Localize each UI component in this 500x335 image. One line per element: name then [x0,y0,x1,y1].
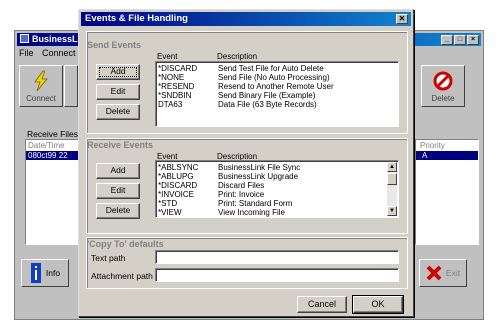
receive-edit-button[interactable]: Edit [96,183,140,199]
scroll-down-arrow-icon[interactable]: ▼ [387,206,397,216]
event-code: DTA63 [158,100,183,109]
close-icon: ✕ [398,14,406,23]
dialog-close-button[interactable]: ✕ [396,14,408,24]
main-title: BusinessLi [32,34,81,44]
event-code: *DISCARD [158,64,198,73]
receive-files-list-right[interactable]: Priority A [415,139,479,245]
event-description: BusinessLink File Sync [218,163,301,172]
info-button[interactable]: Info [21,259,69,287]
toolbar-button-partial[interactable] [64,65,78,107]
attachment-path-input[interactable] [155,268,399,282]
events-file-handling-dialog: Events & File Handling ✕ Send Events Add… [78,9,414,317]
event-description: Resend to Another Remote User [218,82,334,91]
cancel-button[interactable]: Cancel [297,296,347,313]
event-description: Send File (No Auto Processing) [218,73,330,82]
priority-header: Priority [420,141,445,150]
scroll-thumb[interactable] [387,173,397,185]
event-description: Data File (63 Byte Records) [218,100,317,109]
event-code: *INVOICE [158,190,195,199]
menu-file[interactable]: File [19,48,34,58]
menu-connect[interactable]: Connect [42,48,76,58]
receive-files-list-left[interactable]: Date/Time 080ct99 22 [25,139,81,245]
send-delete-button[interactable]: Delete [96,104,140,120]
event-code: *DISCARD [158,181,198,190]
send-events-title: Send Events [87,40,142,50]
event-code: *SNDBIN [158,91,192,100]
event-description: Print: Invoice [218,190,265,199]
text-path-label: Text path [91,253,126,263]
dialog-title: Events & File Handling [85,13,188,24]
info-label: Info [45,268,61,278]
connect-button[interactable]: Connect [19,65,63,107]
info-icon [30,263,41,283]
event-description: Discard Files [218,181,265,190]
attachment-path-label: Attachment path [91,271,153,281]
app-icon [20,34,29,43]
event-description: View Incoming File [218,208,285,217]
selected-file-priority[interactable]: A [416,151,478,160]
send-add-button[interactable]: Add [96,64,140,80]
maximize-button[interactable]: □ [454,35,466,45]
send-events-list[interactable]: *DISCARD Send Test File for Auto Delete … [155,61,399,127]
ok-button[interactable]: OK [352,295,404,314]
event-code: *ABLUPG [158,172,194,181]
close-button[interactable]: × [467,35,479,45]
event-code: *STD [158,199,178,208]
receive-files-label: Receive Files [27,129,79,139]
delete-button[interactable]: Delete [421,65,465,107]
text-path-input[interactable] [155,250,399,264]
receive-events-title: Receive Events [87,140,154,150]
date-time-header: Date/Time [28,141,65,150]
event-description: Print: Standard Form [218,199,293,208]
exit-button[interactable]: Exit [419,259,467,287]
main-window-controls: _ □ × [441,35,479,45]
red-x-icon [426,265,442,281]
minimize-button[interactable]: _ [441,35,453,45]
receive-list-scrollbar[interactable]: ▲ ▼ [387,162,397,216]
menubar: File Connect [19,48,82,58]
delete-label: Delete [431,94,455,103]
exit-label: Exit [445,268,461,278]
event-description: Send Test File for Auto Delete [218,64,324,73]
connect-label: Connect [26,94,56,103]
event-code: *NONE [158,73,185,82]
event-description: Send Binary File (Example) [218,91,316,100]
receive-events-list[interactable]: *ABLSYNC BusinessLink File Sync *ABLUPG … [155,160,399,218]
event-code: *VIEW [158,208,182,217]
send-edit-button[interactable]: Edit [96,84,140,100]
selected-file-row[interactable]: 080ct99 22 [26,151,80,160]
event-description: BusinessLink Upgrade [218,172,299,181]
send-description-column-header[interactable]: Description [217,52,257,61]
send-event-column-header[interactable]: Event [157,52,177,61]
lightning-icon [34,70,48,92]
event-code: *RESEND [158,82,195,91]
copy-to-title: 'Copy To' defaults [87,239,164,249]
receive-delete-button[interactable]: Delete [96,203,140,219]
no-entry-icon [433,71,453,91]
scroll-up-arrow-icon[interactable]: ▲ [387,162,397,172]
receive-add-button[interactable]: Add [96,163,140,179]
event-code: *ABLSYNC [158,163,199,172]
dialog-titlebar[interactable]: Events & File Handling ✕ [81,12,411,26]
